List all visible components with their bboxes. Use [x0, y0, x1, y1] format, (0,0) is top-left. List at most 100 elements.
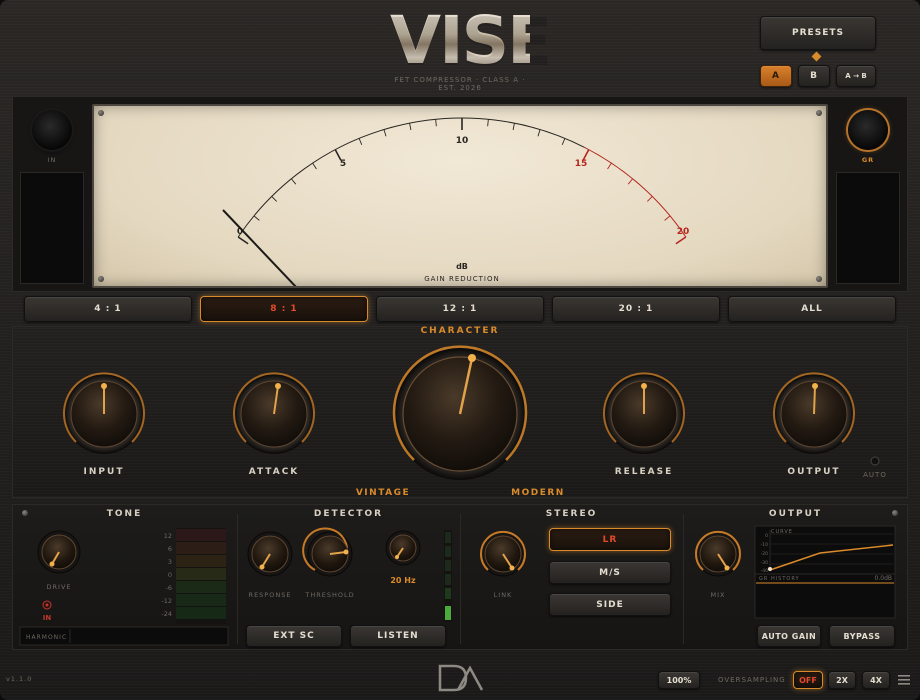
ratio-20-label: 20 : 1 — [618, 304, 654, 314]
auto-label: AUTO — [863, 471, 887, 479]
release-knob[interactable] — [603, 372, 685, 454]
gr-level-meter — [836, 172, 900, 284]
meter-tick — [409, 123, 412, 131]
meter-label-20: 20 — [677, 227, 690, 237]
link-label: LINK — [494, 591, 513, 599]
vintage-label: VINTAGE — [356, 488, 410, 498]
response-knob[interactable] — [247, 531, 293, 577]
ratio-8-button[interactable]: 8 : 1 — [200, 296, 368, 322]
meter-tick — [675, 236, 687, 245]
ab-copy-button[interactable]: A → B — [836, 65, 876, 87]
auto-gain-button[interactable]: AUTO GAIN — [757, 625, 821, 647]
hpf-value: 20 Hz — [390, 576, 416, 585]
os-2x-label: 2X — [836, 675, 848, 685]
stereo-lr-label: LR — [602, 534, 618, 545]
presets-button[interactable]: PRESETS — [760, 16, 876, 50]
ext-sc-button[interactable]: EXT SC — [246, 625, 342, 647]
meter-tick — [561, 138, 566, 146]
character-knob[interactable] — [392, 345, 528, 480]
input-level-led — [32, 110, 72, 150]
logo-subtitle: FET COMPRESSOR · CLASS A · EST. 2026 — [394, 76, 526, 92]
output-knob[interactable] — [773, 372, 855, 454]
curve-tick-40: -40 — [761, 568, 768, 574]
meter-tick — [271, 196, 278, 202]
zoom-label: 100% — [666, 675, 692, 685]
harmonic-scale-0: 0 — [168, 571, 172, 579]
mix-label: MIX — [711, 591, 726, 599]
attack-knob-label: ATTACK — [249, 467, 300, 477]
ab-b-button[interactable]: B — [798, 65, 830, 87]
stereo-side-button[interactable]: SIDE — [549, 593, 671, 616]
meter-tick — [487, 119, 489, 127]
gr-level-led — [848, 110, 888, 150]
gr-history-label: GR HISTORY — [759, 576, 800, 582]
meter-tick — [607, 162, 612, 170]
bypass-button[interactable]: BYPASS — [829, 625, 895, 647]
harmonic-scale-12: 12 — [164, 532, 172, 540]
stereo-ms-label: M/S — [599, 567, 621, 578]
bypass-label: BYPASS — [843, 631, 881, 641]
meter-label-10: 10 — [456, 136, 469, 146]
harmonic-scale-6: 6 — [168, 545, 172, 553]
ratio-4-button[interactable]: 4 : 1 — [24, 296, 192, 322]
tone-in-led-icon — [45, 603, 49, 607]
ratio-all-button[interactable]: ALL — [728, 296, 896, 322]
ab-a-label: A — [772, 71, 780, 81]
stereo-lr-button[interactable]: LR — [549, 528, 671, 551]
drive-knob[interactable] — [37, 530, 81, 574]
meter-tick — [383, 129, 387, 137]
modern-label: MODERN — [511, 488, 565, 498]
link-knob[interactable] — [480, 530, 526, 577]
curve-label: CURVE — [771, 529, 793, 535]
harmonic-scale-3: 3 — [168, 558, 172, 566]
harmonic-meter — [176, 528, 226, 624]
input-knob[interactable] — [63, 372, 145, 454]
meter-unit: dB — [456, 262, 468, 271]
os-4x-label: 4X — [870, 675, 882, 685]
vu-meter-face: 0 5 10 15 20 dB GAIN REDUCTION — [92, 104, 828, 288]
meter-tick — [253, 215, 260, 221]
logo-text: VISE — [390, 2, 552, 79]
main-knobs: INPUT ATTACK VINTAGE MODERN RELEASE OUTP… — [63, 345, 887, 498]
ratio-12-label: 12 : 1 — [442, 304, 478, 314]
presets-label: PRESETS — [792, 28, 844, 38]
gr-meter-label: GR — [861, 156, 875, 164]
zoom-button[interactable]: 100% — [658, 671, 700, 689]
mix-knob[interactable] — [695, 530, 741, 577]
curve-tick-30: -30 — [761, 560, 768, 566]
hpf-knob[interactable] — [385, 530, 421, 566]
meter-tick — [312, 162, 317, 170]
tone-in-label: IN — [43, 614, 52, 622]
meter-tick — [537, 129, 541, 137]
detector-level-meter — [444, 530, 452, 622]
auto-led-button[interactable] — [870, 456, 880, 466]
meter-needle — [222, 209, 297, 286]
ab-b-label: B — [810, 71, 818, 81]
ab-a-button[interactable]: A — [760, 65, 792, 87]
auto-gain-label: AUTO GAIN — [761, 631, 817, 641]
brand-logo-icon — [438, 664, 484, 692]
os-4x-button[interactable]: 4X — [862, 671, 890, 689]
stereo-ms-button[interactable]: M/S — [549, 561, 671, 584]
ratio-8-label: 8 : 1 — [270, 304, 298, 314]
oversampling-label: OVERSAMPLING — [718, 676, 786, 684]
ratio-12-button[interactable]: 12 : 1 — [376, 296, 544, 322]
vu-meter-scale: 0 5 10 15 20 dB GAIN REDUCTION — [222, 117, 690, 286]
curve-tick-10: -10 — [761, 542, 768, 548]
menu-icon[interactable] — [897, 673, 911, 687]
harmonic-label: HARMONIC — [26, 634, 67, 641]
threshold-knob[interactable] — [302, 527, 353, 577]
stereo-side-label: SIDE — [596, 599, 624, 610]
curve-tick-0: 0 — [765, 533, 768, 539]
in-meter-label: IN — [47, 156, 57, 164]
input-level-meter — [20, 172, 84, 284]
threshold-label: THRESHOLD — [304, 591, 354, 599]
harmonic-scale-m6: -6 — [166, 584, 172, 592]
meter-label-5: 5 — [340, 159, 346, 169]
gr-history-value: 0.0dB — [875, 575, 892, 582]
listen-button[interactable]: LISTEN — [350, 625, 446, 647]
attack-knob[interactable] — [233, 372, 315, 454]
os-2x-button[interactable]: 2X — [828, 671, 856, 689]
ratio-20-button[interactable]: 20 : 1 — [552, 296, 720, 322]
os-off-button[interactable]: OFF — [793, 671, 823, 689]
